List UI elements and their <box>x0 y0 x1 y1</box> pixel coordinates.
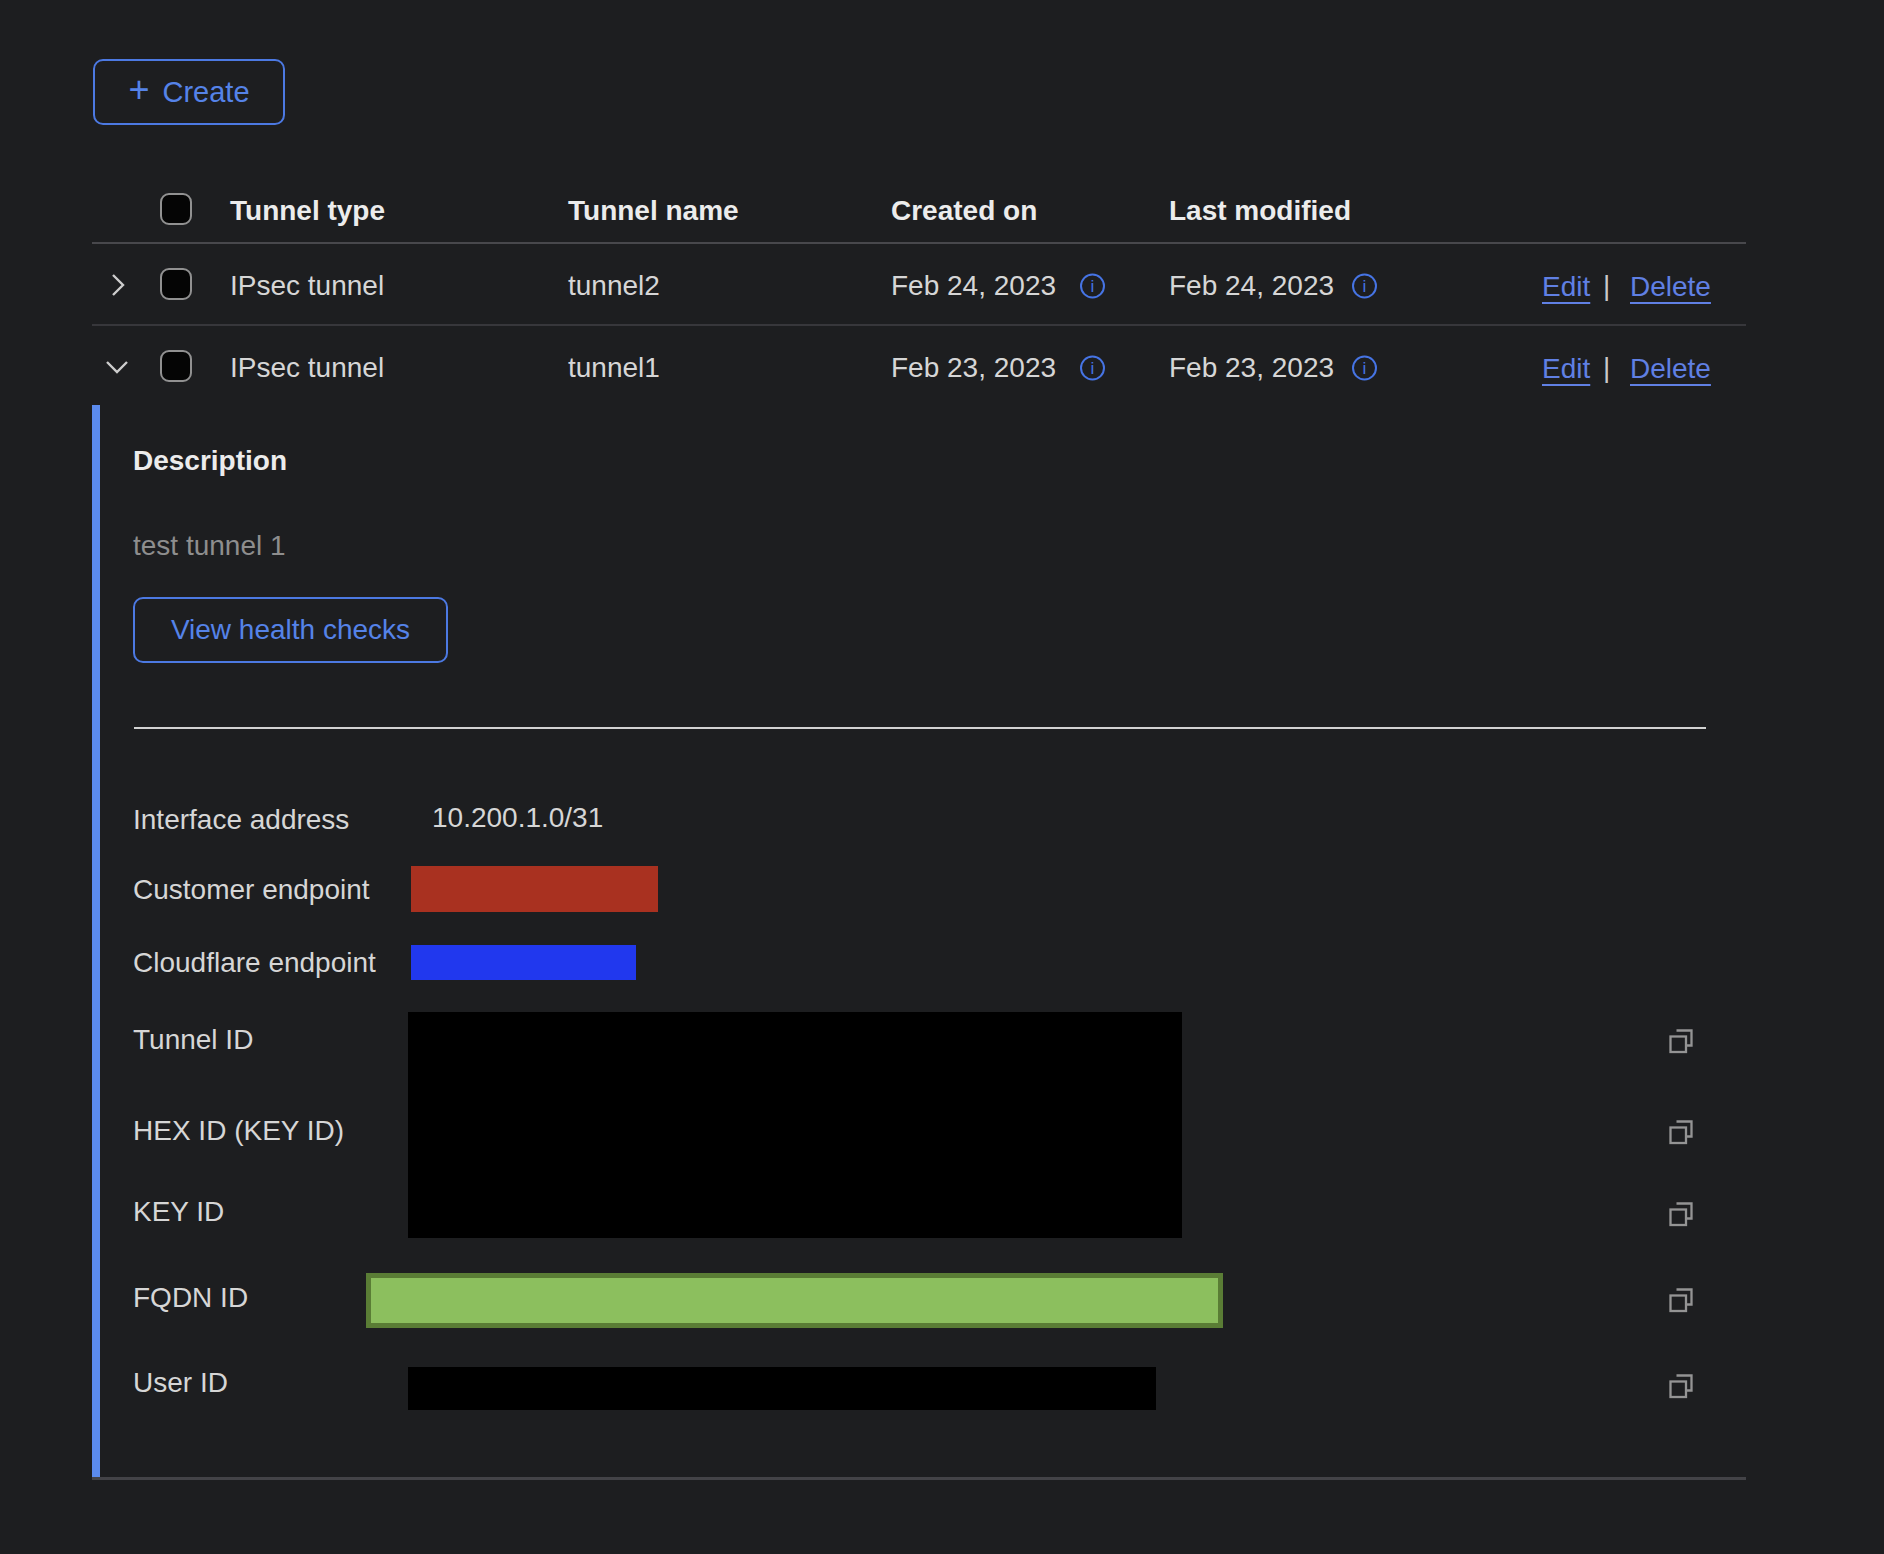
customer-endpoint-redacted-value <box>411 866 658 912</box>
copy-icon[interactable] <box>1667 1117 1695 1145</box>
tunnel-type-cell: IPsec tunnel <box>230 270 384 302</box>
row-checkbox[interactable] <box>160 268 192 300</box>
field-label: Customer endpoint <box>133 874 370 906</box>
copy-icon[interactable] <box>1667 1199 1695 1227</box>
header-divider <box>92 242 1746 244</box>
description-label: Description <box>133 445 287 477</box>
row-checkbox[interactable] <box>160 350 192 382</box>
copy-icon[interactable] <box>1667 1026 1695 1054</box>
column-header-tunnel-name: Tunnel name <box>568 195 739 227</box>
create-button-label: Create <box>162 76 249 109</box>
tunnel-name-cell: tunnel1 <box>568 352 660 384</box>
info-icon[interactable]: i <box>1352 274 1377 299</box>
delete-link[interactable]: Delete <box>1630 353 1711 385</box>
copy-icon[interactable] <box>1667 1285 1695 1313</box>
created-on-cell: Feb 23, 2023 <box>891 352 1056 384</box>
last-modified-cell: Feb 23, 2023 <box>1169 352 1334 384</box>
fqdn-id-redacted-value <box>366 1273 1223 1328</box>
cloudflare-endpoint-redacted-value <box>411 945 636 980</box>
create-button[interactable]: + Create <box>93 59 285 125</box>
created-on-cell: Feb 24, 2023 <box>891 270 1056 302</box>
plus-icon: + <box>128 69 149 111</box>
select-all-checkbox[interactable] <box>160 193 192 225</box>
chevron-right-icon[interactable] <box>107 272 129 298</box>
expanded-row-bottom-border <box>92 1477 1746 1480</box>
tunnel-type-cell: IPsec tunnel <box>230 352 384 384</box>
info-icon[interactable]: i <box>1352 356 1377 381</box>
row-divider <box>92 324 1746 326</box>
description-value: test tunnel 1 <box>133 530 286 562</box>
copy-icon[interactable] <box>1667 1371 1695 1399</box>
delete-link[interactable]: Delete <box>1630 271 1711 303</box>
column-header-created-on: Created on <box>891 195 1037 227</box>
action-separator: | <box>1603 352 1610 384</box>
interface-address-value: 10.200.1.0/31 <box>432 802 603 834</box>
section-divider <box>134 727 1706 729</box>
info-icon[interactable]: i <box>1080 274 1105 299</box>
column-header-last-modified: Last modified <box>1169 195 1351 227</box>
field-label: HEX ID (KEY ID) <box>133 1115 344 1147</box>
edit-link[interactable]: Edit <box>1542 353 1590 385</box>
expanded-row-accent-bar <box>92 405 100 1477</box>
field-label: Tunnel ID <box>133 1024 253 1056</box>
field-label: Cloudflare endpoint <box>133 947 376 979</box>
tunnel-name-cell: tunnel2 <box>568 270 660 302</box>
ids-redacted-value <box>408 1012 1182 1238</box>
field-label: KEY ID <box>133 1196 224 1228</box>
field-label: Interface address <box>133 804 349 836</box>
action-separator: | <box>1603 270 1610 302</box>
column-header-tunnel-type: Tunnel type <box>230 195 385 227</box>
view-health-checks-button[interactable]: View health checks <box>133 597 448 663</box>
chevron-down-icon[interactable] <box>104 356 132 378</box>
last-modified-cell: Feb 24, 2023 <box>1169 270 1334 302</box>
edit-link[interactable]: Edit <box>1542 271 1590 303</box>
user-id-redacted-value <box>408 1367 1156 1410</box>
field-label: User ID <box>133 1367 228 1399</box>
info-icon[interactable]: i <box>1080 356 1105 381</box>
field-label: FQDN ID <box>133 1282 248 1314</box>
